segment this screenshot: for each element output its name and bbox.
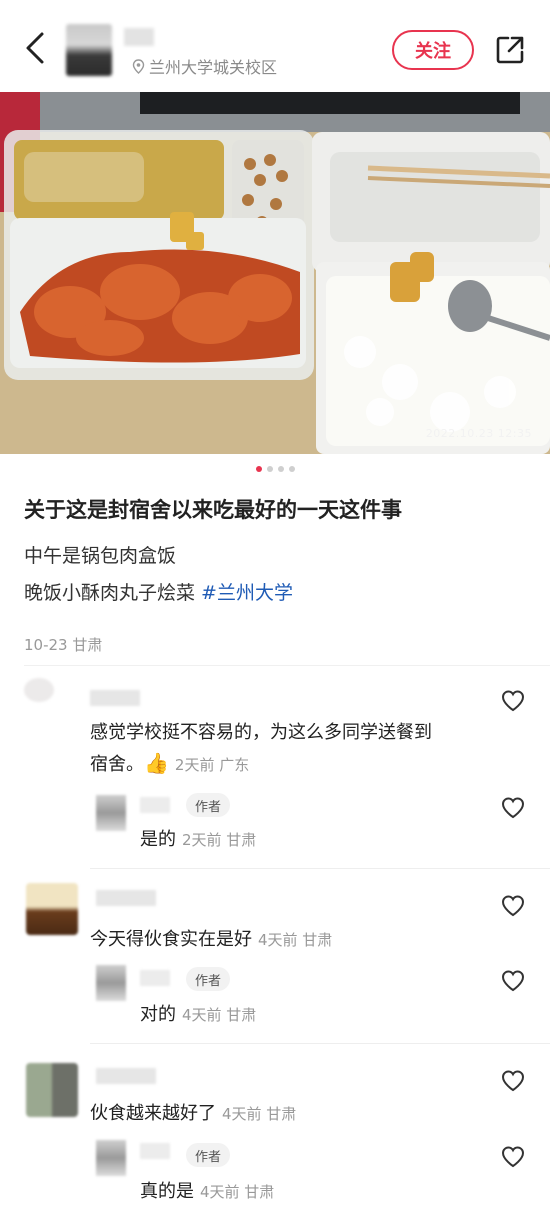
- post-meta: 10-23 甘肃: [24, 636, 103, 654]
- carousel-dot-active[interactable]: [255, 466, 262, 472]
- like-heart-icon[interactable]: [500, 1144, 526, 1170]
- commenter-name[interactable]: [90, 690, 140, 706]
- reply-text-body: 是的: [140, 829, 176, 850]
- comment-time: 2天前 广东: [174, 756, 250, 774]
- comment-text: 今天得伙食实在是好 4天前 甘肃: [90, 925, 332, 951]
- like-heart-icon[interactable]: [500, 893, 526, 919]
- author-name[interactable]: [124, 28, 154, 46]
- carousel-indicator: [0, 466, 550, 472]
- carousel-dot[interactable]: [266, 466, 273, 472]
- like-heart-icon[interactable]: [500, 795, 526, 821]
- commenter-name[interactable]: [96, 890, 156, 906]
- comment-text-tail: 宿舍。: [90, 754, 144, 775]
- reply-time: 4天前 甘肃: [182, 1006, 257, 1024]
- back-arrow-icon[interactable]: [20, 28, 50, 68]
- carousel-dot[interactable]: [288, 466, 295, 472]
- location-label: 兰州大学城关校区: [149, 58, 278, 77]
- divider: [90, 868, 550, 869]
- post-body-line: 中午是锅包肉盒饭: [24, 545, 177, 567]
- comment-text: 宿舍。👍 2天前 广东: [90, 750, 249, 776]
- like-heart-icon[interactable]: [500, 968, 526, 994]
- reply-text: 真的是 4天前 甘肃: [140, 1177, 274, 1203]
- author-reply-name[interactable]: [140, 970, 170, 986]
- reply-text: 对的 4天前 甘肃: [140, 1000, 256, 1026]
- author-badge: 作者: [186, 793, 231, 817]
- comment-text-body: 今天得伙食实在是好: [90, 929, 252, 950]
- comment-text: 感觉学校挺不容易的，为这么多同学送餐到: [90, 722, 432, 743]
- comment-text: 伙食越来越好了 4天前 甘肃: [90, 1099, 296, 1125]
- divider: [90, 1043, 550, 1044]
- post-location[interactable]: 兰州大学城关校区: [132, 54, 277, 78]
- commenter-avatar[interactable]: [24, 678, 54, 702]
- commenter-avatar[interactable]: [26, 883, 78, 935]
- author-badge: 作者: [186, 967, 231, 991]
- share-icon[interactable]: [494, 34, 526, 66]
- post-title: 关于这是封宿舍以来吃最好的一天这件事: [24, 498, 402, 522]
- reply-text: 是的 2天前 甘肃: [140, 825, 256, 851]
- carousel-dot[interactable]: [277, 466, 284, 472]
- commenter-avatar[interactable]: [26, 1063, 78, 1117]
- author-avatar[interactable]: [66, 24, 112, 76]
- comment-time: 4天前 甘肃: [222, 1105, 297, 1123]
- author-reply-name[interactable]: [140, 1143, 170, 1159]
- photo-timestamp: 2022.10.23 12:35: [425, 427, 532, 440]
- comment-text-body: 伙食越来越好了: [90, 1103, 216, 1124]
- author-badge: 作者: [186, 1143, 231, 1167]
- reply-time: 4天前 甘肃: [200, 1183, 275, 1201]
- divider: [24, 665, 550, 666]
- post-photo[interactable]: 2022.10.23 12:35: [0, 92, 550, 454]
- location-pin-icon: [132, 58, 145, 74]
- post-body-text: 晚饭小酥肉丸子烩菜: [24, 582, 202, 604]
- top-bar: 兰州大学城关校区 关注: [0, 0, 550, 92]
- follow-button[interactable]: 关注: [392, 30, 474, 70]
- author-reply-avatar[interactable]: [96, 965, 126, 1001]
- reply-text-body: 真的是: [140, 1181, 194, 1202]
- thumbs-up-emoji: 👍: [144, 751, 169, 775]
- food-photo-illustration: [0, 92, 550, 454]
- author-reply-name[interactable]: [140, 797, 170, 813]
- author-reply-avatar[interactable]: [96, 795, 126, 831]
- comment-time: 4天前 甘肃: [258, 931, 333, 949]
- commenter-name[interactable]: [96, 1068, 156, 1084]
- like-heart-icon[interactable]: [500, 688, 526, 714]
- reply-text-body: 对的: [140, 1004, 176, 1025]
- reply-time: 2天前 甘肃: [182, 831, 257, 849]
- like-heart-icon[interactable]: [500, 1068, 526, 1094]
- hashtag-link[interactable]: #兰州大学: [201, 582, 293, 604]
- author-reply-avatar[interactable]: [96, 1140, 126, 1176]
- post-body-line: 晚饭小酥肉丸子烩菜 #兰州大学: [24, 578, 293, 605]
